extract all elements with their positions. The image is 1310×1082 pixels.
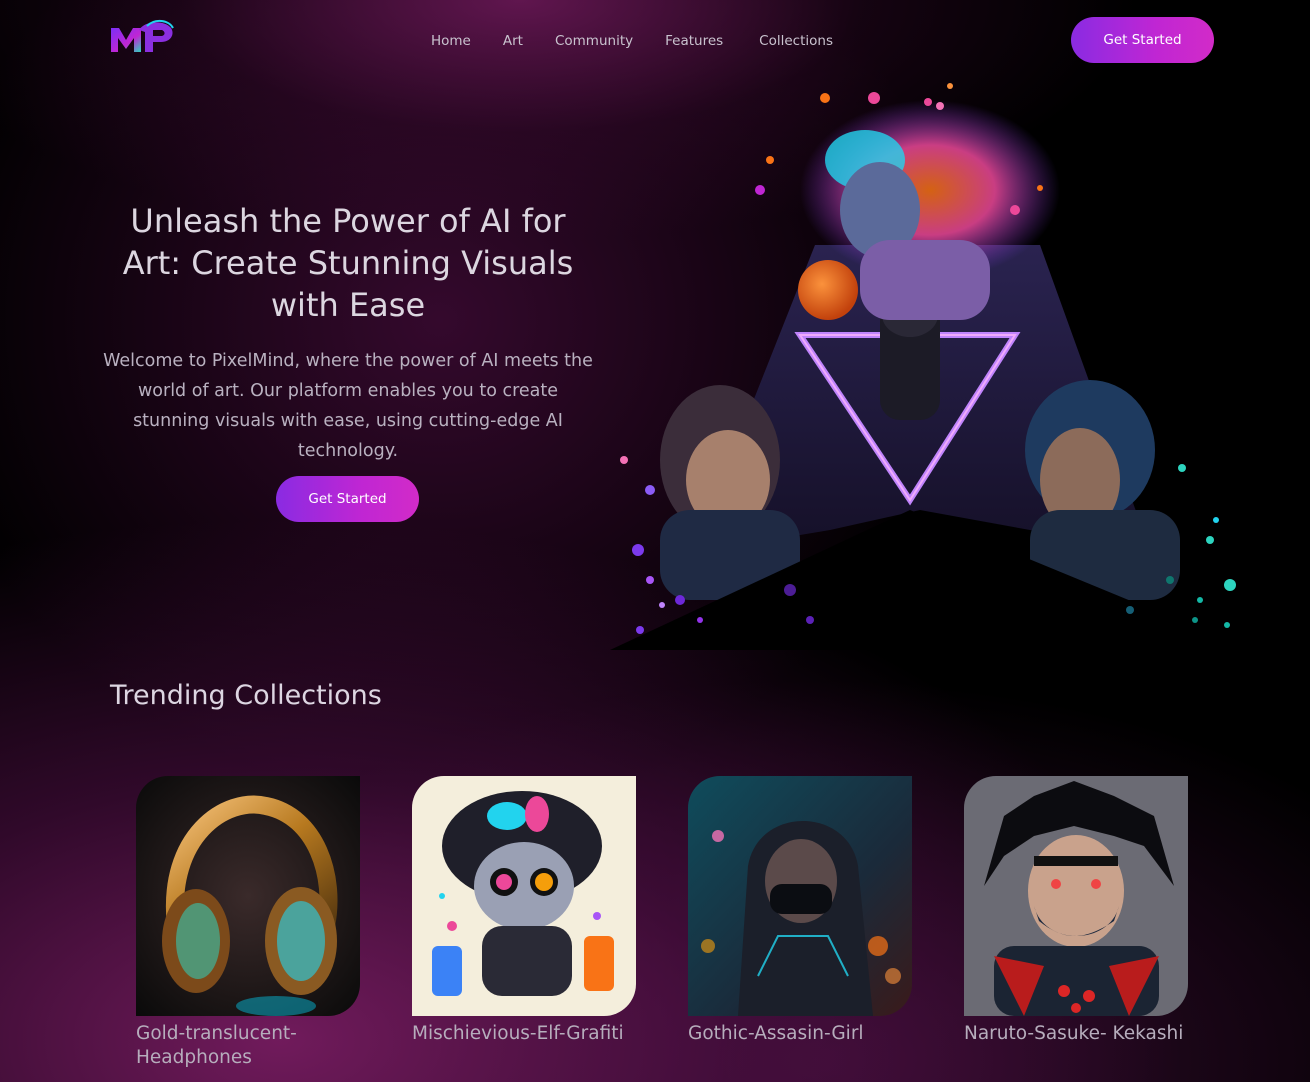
collection-card-label[interactable]: Naruto-Sasuke- Kekashi <box>964 1022 1188 1046</box>
collection-card[interactable]: Naruto-Sasuke- Kekashi <box>964 776 1188 1070</box>
brand-logo[interactable] <box>109 18 175 56</box>
collection-card[interactable]: Mischievious-Elf-Grafiti <box>412 776 636 1070</box>
naruto-sasuke-image[interactable] <box>964 776 1188 1016</box>
get-started-nav-button[interactable]: Get Started <box>1071 17 1214 63</box>
nav-link-art[interactable]: Art <box>503 33 523 49</box>
collection-card-label[interactable]: Gold-translucent-Headphones <box>136 1022 360 1070</box>
gothic-assassin-image[interactable] <box>688 776 912 1016</box>
hero-artwork <box>610 83 1250 650</box>
hero-description: Welcome to PixelMind, where the power of… <box>103 351 593 461</box>
collection-card[interactable]: Gothic-Assasin-Girl <box>688 776 912 1070</box>
nav-link-home[interactable]: Home <box>431 33 471 49</box>
collection-card[interactable]: Gold-translucent-Headphones <box>136 776 360 1070</box>
trending-title: Trending Collections <box>110 680 382 711</box>
hero-title: Unleash the Power of AI for Art: Create … <box>122 202 574 324</box>
nav-link-features[interactable]: Features <box>665 33 723 49</box>
get-started-hero-button[interactable]: Get Started <box>276 476 419 522</box>
nav-menu: Home Art Community Features Collections <box>431 33 865 49</box>
collection-card-label[interactable]: Gothic-Assasin-Girl <box>688 1022 912 1046</box>
collection-grid: Gold-translucent-Headphones Mischievious… <box>136 776 1188 1070</box>
nav-link-collections[interactable]: Collections <box>759 33 833 49</box>
collection-card-label[interactable]: Mischievious-Elf-Grafiti <box>412 1022 636 1046</box>
nav-link-community[interactable]: Community <box>555 33 633 49</box>
headphones-image[interactable] <box>136 776 360 1016</box>
elf-graffiti-image[interactable] <box>412 776 636 1016</box>
